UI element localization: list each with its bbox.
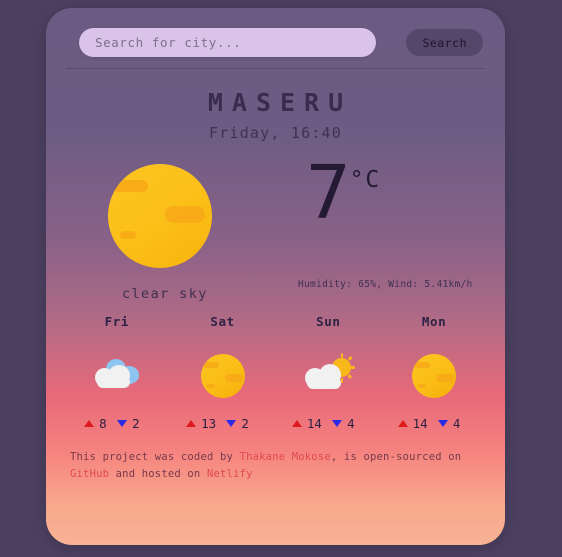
- temperature-unit: °C: [349, 167, 382, 193]
- forecast-high: 14: [412, 416, 428, 431]
- sun-icon: [412, 354, 457, 398]
- forecast-list: Fri 8 2 Sat 13 2 Sun 14 4 Mon 14 4: [46, 314, 505, 431]
- arrow-down-icon: [331, 420, 342, 427]
- arrow-up-icon: [83, 420, 94, 427]
- forecast-icon-slot: [276, 348, 382, 404]
- forecast-day-label: Fri: [104, 314, 130, 329]
- footer-text-1: This project was coded by: [70, 451, 240, 463]
- footer-credits: This project was coded by Thakane Mokose…: [46, 449, 505, 484]
- temperature-block: 7 °C: [298, 150, 487, 236]
- temperature-value: 7: [306, 150, 351, 236]
- github-link[interactable]: GitHub: [70, 468, 109, 480]
- forecast-temperatures: 8 2: [64, 416, 170, 431]
- forecast-temperatures: 13 2: [170, 416, 276, 431]
- weather-details: Humidity: 65%, Wind: 5.41km/h: [298, 279, 473, 291]
- arrow-down-icon: [226, 420, 237, 427]
- forecast-day-card: Sat 13 2: [170, 314, 276, 431]
- forecast-day-label: Mon: [421, 314, 447, 329]
- forecast-day-card: Sun 14 4: [276, 314, 382, 431]
- cloud-icon: [94, 359, 140, 389]
- forecast-high: 14: [306, 416, 322, 431]
- search-input[interactable]: [79, 28, 377, 57]
- forecast-temperatures: 14 4: [381, 416, 487, 431]
- sun-highlight: [120, 231, 136, 239]
- forecast-day-card: Fri 8 2: [64, 314, 170, 431]
- arrow-up-icon: [186, 420, 197, 427]
- footer-text-2: , is open-sourced on: [330, 451, 462, 463]
- forecast-day-card: Mon 14 4: [381, 314, 487, 431]
- forecast-day-label: Sun: [316, 314, 341, 329]
- weather-app-card: Search MASERU Friday, 16:40 clear sky 7 …: [46, 8, 505, 545]
- footer-text-3: and hosted on: [109, 468, 207, 481]
- current-right-column: 7 °C Humidity: 65%, Wind: 5.41km/h: [298, 156, 487, 290]
- condition-description: clear sky: [122, 286, 208, 302]
- netlify-link[interactable]: Netlify: [207, 468, 253, 480]
- arrow-up-icon: [291, 420, 302, 427]
- arrow-down-icon: [116, 420, 127, 427]
- forecast-low: 2: [132, 416, 140, 431]
- forecast-icon-slot: [381, 348, 487, 404]
- sun-icon: [108, 164, 212, 268]
- author-link[interactable]: Thakane Mokose: [240, 451, 331, 463]
- city-name: MASERU: [207, 88, 353, 117]
- sun-highlight: [112, 180, 148, 192]
- sun-icon: [200, 354, 245, 398]
- arrow-down-icon: [437, 420, 448, 427]
- forecast-low: 4: [347, 416, 355, 431]
- forecast-icon-slot: [170, 348, 276, 404]
- sun-highlight: [165, 206, 205, 223]
- header-divider: [66, 68, 485, 69]
- forecast-high: 13: [201, 416, 217, 431]
- sun-cloud-icon: [303, 353, 356, 392]
- current-datetime: Friday, 16:40: [209, 124, 342, 142]
- forecast-low: 4: [452, 416, 461, 431]
- search-bar: Search: [46, 8, 505, 57]
- forecast-temperatures: 14 4: [276, 416, 382, 431]
- forecast-low: 2: [241, 416, 249, 431]
- current-conditions: clear sky 7 °C Humidity: 65%, Wind: 5.41…: [46, 156, 505, 302]
- current-left-column: clear sky: [80, 156, 298, 302]
- arrow-up-icon: [397, 420, 408, 427]
- forecast-icon-slot: [64, 348, 170, 404]
- forecast-day-label: Sat: [210, 314, 235, 329]
- forecast-high: 8: [99, 416, 107, 431]
- search-button[interactable]: Search: [406, 29, 483, 56]
